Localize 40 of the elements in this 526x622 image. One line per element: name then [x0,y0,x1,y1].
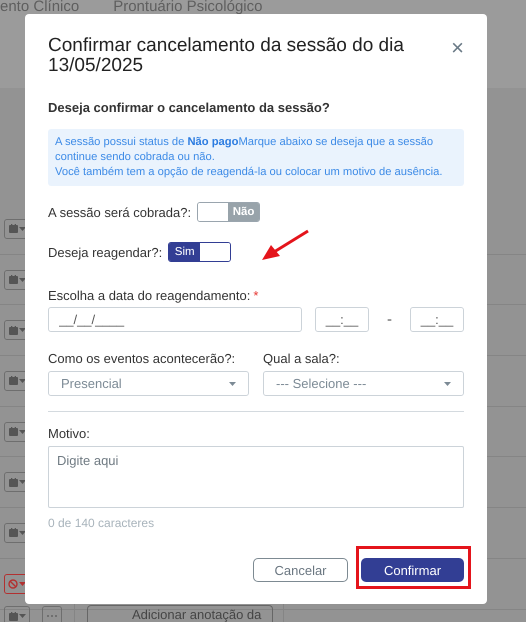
add-note-button[interactable]: Adicionar anotação da [87,605,273,622]
confirm-button[interactable]: Confirmar [361,558,464,582]
date-field[interactable]: __/__/____ [48,307,302,332]
caret-icon [18,530,26,535]
dialog-title: Confirmar cancelamento da sessão do dia 13/05/2025 [48,36,405,76]
toggle-switch[interactable]: Não [197,202,260,222]
caret-icon [18,278,26,282]
date-label: Escolha a data do reagendamento: [48,288,250,303]
select-label: Como os eventos acontecerão?: [48,351,236,366]
toggle-label: A sessão será cobrada?: [48,204,192,220]
time-field[interactable]: __:__ [410,307,464,332]
ban-icon [8,578,18,589]
character-counter: 0 de 140 caracteres [48,516,156,530]
tab[interactable]: Prontuário Psicológico [113,0,262,14]
info-text: Você também tem a opção de reagendá-la ou colocar um motivo de ausência. [55,165,444,180]
select-field[interactable]: --- Selecione --- [263,371,464,396]
toggle-label: Deseja reagendar?: [48,244,162,260]
reason-label: Motivo: [48,426,91,441]
caret-icon [18,430,26,434]
caret-icon [18,328,26,332]
caret-icon [229,382,236,386]
cancel-button[interactable]: Cancelar [253,558,348,582]
select-field[interactable]: Presencial [48,371,249,396]
select-label: Qual a sala?: [263,351,341,366]
required-mark: * [253,288,258,303]
caret-icon [18,378,26,383]
caret-icon [18,480,26,484]
close-button[interactable]: × [451,38,464,58]
caret-icon [444,382,451,386]
calendar-icon [8,612,18,620]
caret-icon [19,582,26,586]
caret-icon [18,614,26,618]
time-field[interactable]: __:__ [315,307,369,332]
reason-field[interactable]: Digite aqui [48,446,464,508]
info-text: A sessão possui status de Não pagoMarque abaixo se deseja que a sessão continue sendo cobrada ou não. [55,135,434,165]
range-separator: - [387,311,392,328]
question-text: Deseja confirmar o cancelamento da sessão? [48,100,331,115]
toggle-switch[interactable]: Sim [168,242,232,262]
tab[interactable]: ento Clínico [0,0,80,14]
caret-icon [18,226,26,231]
